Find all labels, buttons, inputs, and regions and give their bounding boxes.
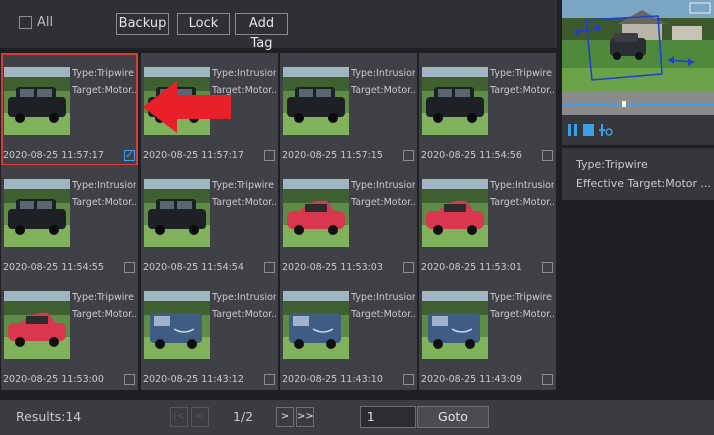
detail-target: Effective Target:Motor ... [576,177,711,190]
event-select-checkbox[interactable] [124,262,135,273]
event-timestamp: 2020-08-25 11:57:17 [3,150,104,161]
event-select-checkbox[interactable] [124,374,135,385]
event-type: Type:Intrusion [72,180,136,191]
event-target: Target:Motor... [72,85,136,96]
pointer-arrow-icon [143,81,231,133]
event-type: Type:Intrusion [490,180,554,191]
event-select-checkbox[interactable] [542,262,553,273]
event-thumbnail[interactable] [283,67,349,135]
rule-overlay-icon[interactable] [599,124,613,136]
preview-panel: Type:Tripwire Effective Target:Motor ... [562,0,714,400]
event-type: Type:Intrusion [351,68,415,79]
event-type: Type:Tripwire [212,180,274,191]
event-card[interactable]: Type:Tripwire Target:Motor... 2020-08-25 1… [141,165,278,278]
event-type: Type:Intrusion [351,292,415,303]
event-target: Target:Motor... [490,309,554,320]
page-indicator: 1/2 [233,409,254,424]
select-all-checkbox[interactable] [19,16,32,29]
stop-icon[interactable] [583,124,594,136]
next-page-button[interactable]: > [276,407,294,427]
event-card[interactable]: Type:Tripwire Target:Motor... 2020-08-25 1… [419,277,556,390]
event-target: Target:Motor... [490,85,554,96]
event-thumbnail[interactable] [283,291,349,359]
event-card[interactable]: Type:Intrusion Target:Motor... 2020-08-25 … [280,165,417,278]
event-thumbnail[interactable] [283,179,349,247]
event-thumbnail[interactable] [422,291,488,359]
backup-button[interactable]: Backup [116,13,169,35]
event-target: Target:Motor... [490,197,554,208]
goto-button[interactable]: Goto [417,406,489,428]
event-timestamp: 2020-08-25 11:53:00 [3,374,104,385]
event-timestamp: 2020-08-25 11:54:54 [143,262,244,273]
event-timestamp: 2020-08-25 11:43:10 [282,374,383,385]
event-thumbnail[interactable] [422,179,488,247]
event-select-checkbox[interactable] [403,262,414,273]
event-type: Type:Tripwire [72,292,134,303]
event-select-checkbox[interactable] [264,262,275,273]
event-type: Type:Tripwire [490,68,552,79]
event-select-checkbox[interactable] [124,148,135,161]
event-thumbnail[interactable] [4,179,70,247]
pause-icon[interactable] [568,124,578,136]
event-type: Type:Intrusion [212,68,276,79]
playback-controls [562,115,714,145]
event-select-checkbox[interactable] [403,374,414,385]
event-timestamp: 2020-08-25 11:57:17 [143,150,244,161]
event-select-checkbox[interactable] [542,150,553,161]
event-timestamp: 2020-08-25 11:53:03 [282,262,383,273]
event-timestamp: 2020-08-25 11:43:09 [421,374,522,385]
event-target: Target:Motor... [212,197,276,208]
event-target: Target:Motor... [72,309,136,320]
event-type: Type:Tripwire [490,292,552,303]
event-select-checkbox[interactable] [542,374,553,385]
event-card[interactable]: Type:Tripwire Target:Motor... 2020-08-25 1… [419,53,556,166]
event-target: Target:Motor... [212,309,276,320]
last-page-button[interactable]: >> [296,407,314,427]
select-all-label: All [37,15,54,30]
event-select-checkbox[interactable] [403,150,414,161]
event-thumbnail[interactable] [4,291,70,359]
results-count: Results:14 [16,409,82,424]
event-target: Target:Motor... [351,85,415,96]
event-timestamp: 2020-08-25 11:53:01 [421,262,522,273]
event-select-checkbox[interactable] [264,374,275,385]
event-target: Target:Motor... [351,197,415,208]
prev-page-button[interactable]: < [191,407,209,427]
detail-type: Type:Tripwire [576,158,648,171]
event-type: Type:Intrusion [351,180,415,191]
event-timestamp: 2020-08-25 11:54:56 [421,150,522,161]
event-thumbnail[interactable] [144,179,210,247]
event-type: Type:Tripwire [72,68,134,79]
video-preview[interactable] [562,0,714,115]
event-timestamp: 2020-08-25 11:54:55 [3,262,104,273]
event-type: Type:Intrusion [212,292,276,303]
lock-button[interactable]: Lock [177,13,230,35]
event-card[interactable]: Type:Intrusion Target:Motor... 2020-08-25 … [419,165,556,278]
toolbar: All Backup Lock Add Tag [0,0,557,51]
add-tag-button[interactable]: Add Tag [235,13,288,51]
event-thumbnail[interactable] [144,291,210,359]
event-card[interactable]: Type:Tripwire Target:Motor... 2020-08-25 1… [1,53,138,166]
event-thumbnail[interactable] [422,67,488,135]
event-card[interactable]: Type:Intrusion Target:Motor... 2020-08-25 … [280,277,417,390]
event-thumbnail[interactable] [4,67,70,135]
event-card[interactable]: Type:Intrusion Target:Motor... 2020-08-25 … [141,277,278,390]
event-details: Type:Tripwire Effective Target:Motor ... [562,148,714,200]
page-number-input[interactable] [360,406,416,428]
first-page-button[interactable]: |< [170,407,188,427]
pagination-bar: Results:14 |< < 1/2 > >> Goto [0,400,714,435]
event-select-checkbox[interactable] [264,150,275,161]
event-timestamp: 2020-08-25 11:43:12 [143,374,244,385]
event-card[interactable]: Type:Tripwire Target:Motor... 2020-08-25 1… [1,277,138,390]
event-target: Target:Motor... [351,309,415,320]
event-card[interactable]: Type:Intrusion Target:Motor... 2020-08-25 … [1,165,138,278]
event-target: Target:Motor... [72,197,136,208]
event-grid: Type:Tripwire Target:Motor... 2020-08-25 1… [0,50,557,400]
event-card[interactable]: Type:Intrusion Target:Motor... 2020-08-25 … [280,53,417,166]
event-timestamp: 2020-08-25 11:57:15 [282,150,383,161]
